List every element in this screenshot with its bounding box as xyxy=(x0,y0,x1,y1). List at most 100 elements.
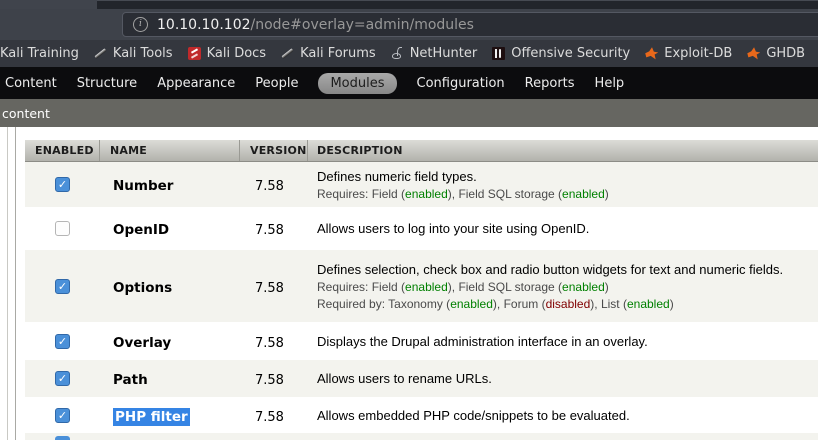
name-cell: Options xyxy=(100,277,240,296)
url-path: /node#overlay=admin/modules xyxy=(251,17,474,33)
bookmark-exploitdb[interactable]: Exploit-DB xyxy=(645,46,732,61)
description-cell: Displays the Drupal administration inter… xyxy=(308,334,818,349)
site-info-icon[interactable]: i xyxy=(133,17,148,32)
module-checkbox-phpfilter[interactable]: ✓ xyxy=(55,408,70,423)
url-host: 10.10.10.102 xyxy=(157,17,251,33)
description-cell: Defines numeric field types. Requires: Fi… xyxy=(308,169,818,201)
url-bar[interactable]: i 10.10.10.102/node#overlay=admin/module… xyxy=(122,12,818,37)
dependency-line: Requires: Field (enabled), Field SQL sto… xyxy=(317,280,818,294)
drupal-admin-toolbar: Content Structure Appearance People Modules C… xyxy=(0,67,818,99)
bookmark-kaliforums[interactable]: Kali Forums xyxy=(281,46,376,61)
module-description: Defines numeric field types. xyxy=(317,169,818,184)
module-name: Overlay xyxy=(113,335,171,351)
module-row-number: ✓ Number 7.58 Defines numeric field types. R… xyxy=(25,162,818,207)
tab-bar-background xyxy=(97,0,818,9)
bookmark-ghdb[interactable]: GHDB xyxy=(747,46,805,61)
toolbar-item-content[interactable]: Content xyxy=(5,76,57,91)
dependency-line: Requires: Field (enabled), Field SQL sto… xyxy=(317,187,818,201)
module-checkbox-path[interactable]: ✓ xyxy=(55,371,70,386)
next-row-partial xyxy=(25,433,818,440)
bird-icon xyxy=(747,47,760,60)
toolbar-item-structure[interactable]: Structure xyxy=(77,76,137,91)
name-cell: Path xyxy=(100,369,240,388)
bookmark-label: Kali Docs xyxy=(207,46,267,61)
module-row-options: ✓ Options 7.58 Defines selection, check box… xyxy=(25,250,818,322)
toolbar-item-modules[interactable]: Modules xyxy=(318,73,396,94)
dependency-status: disabled xyxy=(546,297,591,311)
bookmark-label: Kali Training xyxy=(0,46,79,61)
module-checkbox-overlay[interactable]: ✓ xyxy=(55,334,70,349)
module-checkbox-openid[interactable] xyxy=(55,221,70,236)
module-description: Displays the Drupal administration inter… xyxy=(317,334,818,349)
tab-strip xyxy=(0,0,818,9)
module-row-overlay: ✓ Overlay 7.58 Displays the Drupal administ… xyxy=(25,322,818,360)
shortcut-link-content[interactable]: content xyxy=(2,106,50,121)
bookmark-label: NetHunter xyxy=(410,46,478,61)
bird-icon xyxy=(645,47,658,60)
enabled-cell: ✓ xyxy=(25,279,100,294)
toolbar-item-configuration[interactable]: Configuration xyxy=(417,76,505,91)
overlay-left-border xyxy=(7,127,8,440)
module-name: PHP filter xyxy=(113,408,190,426)
module-name: Number xyxy=(113,178,173,194)
bookmark-nethunter[interactable]: NetHunter xyxy=(391,46,478,61)
dependency-status: enabled xyxy=(627,297,670,311)
version-cell: 7.58 xyxy=(240,175,308,194)
version-cell: 7.58 xyxy=(240,369,308,388)
module-description: Defines selection, check box and radio b… xyxy=(317,262,818,277)
name-cell: OpenID xyxy=(100,219,240,238)
enabled-cell xyxy=(25,221,100,236)
module-version: 7.58 xyxy=(255,223,284,238)
enabled-cell: ✓ xyxy=(25,334,100,349)
module-version: 7.58 xyxy=(255,410,284,425)
bookmark-kalitools[interactable]: Kali Tools xyxy=(94,46,173,61)
dependency-status: enabled xyxy=(562,187,605,201)
dependency-status: enabled xyxy=(450,297,493,311)
bookmark-offensivesecurity[interactable]: Offensive Security xyxy=(492,46,630,61)
dependency-status: enabled xyxy=(562,280,605,294)
module-version: 7.58 xyxy=(255,373,284,388)
name-cell: Overlay xyxy=(100,332,240,351)
dagger-icon xyxy=(94,47,107,60)
module-name: OpenID xyxy=(113,222,169,238)
bookmark-label: Kali Forums xyxy=(300,46,376,61)
name-cell: PHP filter xyxy=(100,406,240,425)
column-header-name: NAME xyxy=(100,140,240,161)
next-row-checkbox-partial[interactable] xyxy=(55,436,70,440)
toolbar-item-appearance[interactable]: Appearance xyxy=(157,76,235,91)
book-icon xyxy=(188,47,201,60)
module-description: Allows users to log into your site using… xyxy=(317,221,818,236)
module-checkbox-options[interactable]: ✓ xyxy=(55,279,70,294)
enabled-cell: ✓ xyxy=(25,371,100,386)
module-row-path: ✓Path7.58Allows users to rename URLs. xyxy=(25,360,818,397)
overlay-inner-border xyxy=(15,127,16,440)
enabled-cell: ✓ xyxy=(25,408,100,423)
active-tab-edge[interactable] xyxy=(0,0,97,9)
toolbar-item-help[interactable]: Help xyxy=(595,76,625,91)
column-header-version: VERSION xyxy=(240,140,308,161)
version-cell: 7.58 xyxy=(240,219,308,238)
dependency-line: Required by: Taxonomy (enabled), Forum (… xyxy=(317,297,818,311)
module-name: Options xyxy=(113,280,172,296)
bookmark-kalitraining[interactable]: Kali Training xyxy=(0,46,79,61)
toolbar-item-people[interactable]: People xyxy=(255,76,298,91)
column-header-enabled: ENABLED xyxy=(25,140,100,161)
url-text[interactable]: 10.10.10.102/node#overlay=admin/modules xyxy=(157,17,474,33)
description-cell: Allows users to log into your site using… xyxy=(308,221,818,236)
navigation-toolbar: i 10.10.10.102/node#overlay=admin/module… xyxy=(0,9,818,40)
toolbar-item-reports[interactable]: Reports xyxy=(525,76,575,91)
bookmark-kalidocs[interactable]: Kali Docs xyxy=(188,46,267,61)
bookmark-label: Exploit-DB xyxy=(664,46,732,61)
dependency-status: enabled xyxy=(405,280,448,294)
browser-window: i 10.10.10.102/node#overlay=admin/module… xyxy=(0,0,818,440)
module-version: 7.58 xyxy=(255,281,284,296)
module-description: Allows embedded PHP code/snippets to be … xyxy=(317,408,818,423)
version-cell: 7.58 xyxy=(240,277,308,296)
swan-icon xyxy=(391,47,404,60)
bookmark-label: Kali Tools xyxy=(113,46,173,61)
module-checkbox-number[interactable]: ✓ xyxy=(55,177,70,192)
module-row-openid: OpenID 7.58 Allows users to log into your … xyxy=(25,207,818,250)
module-version: 7.58 xyxy=(255,336,284,351)
bookmark-label: GHDB xyxy=(766,46,805,61)
description-cell: Allows embedded PHP code/snippets to be … xyxy=(308,408,818,423)
